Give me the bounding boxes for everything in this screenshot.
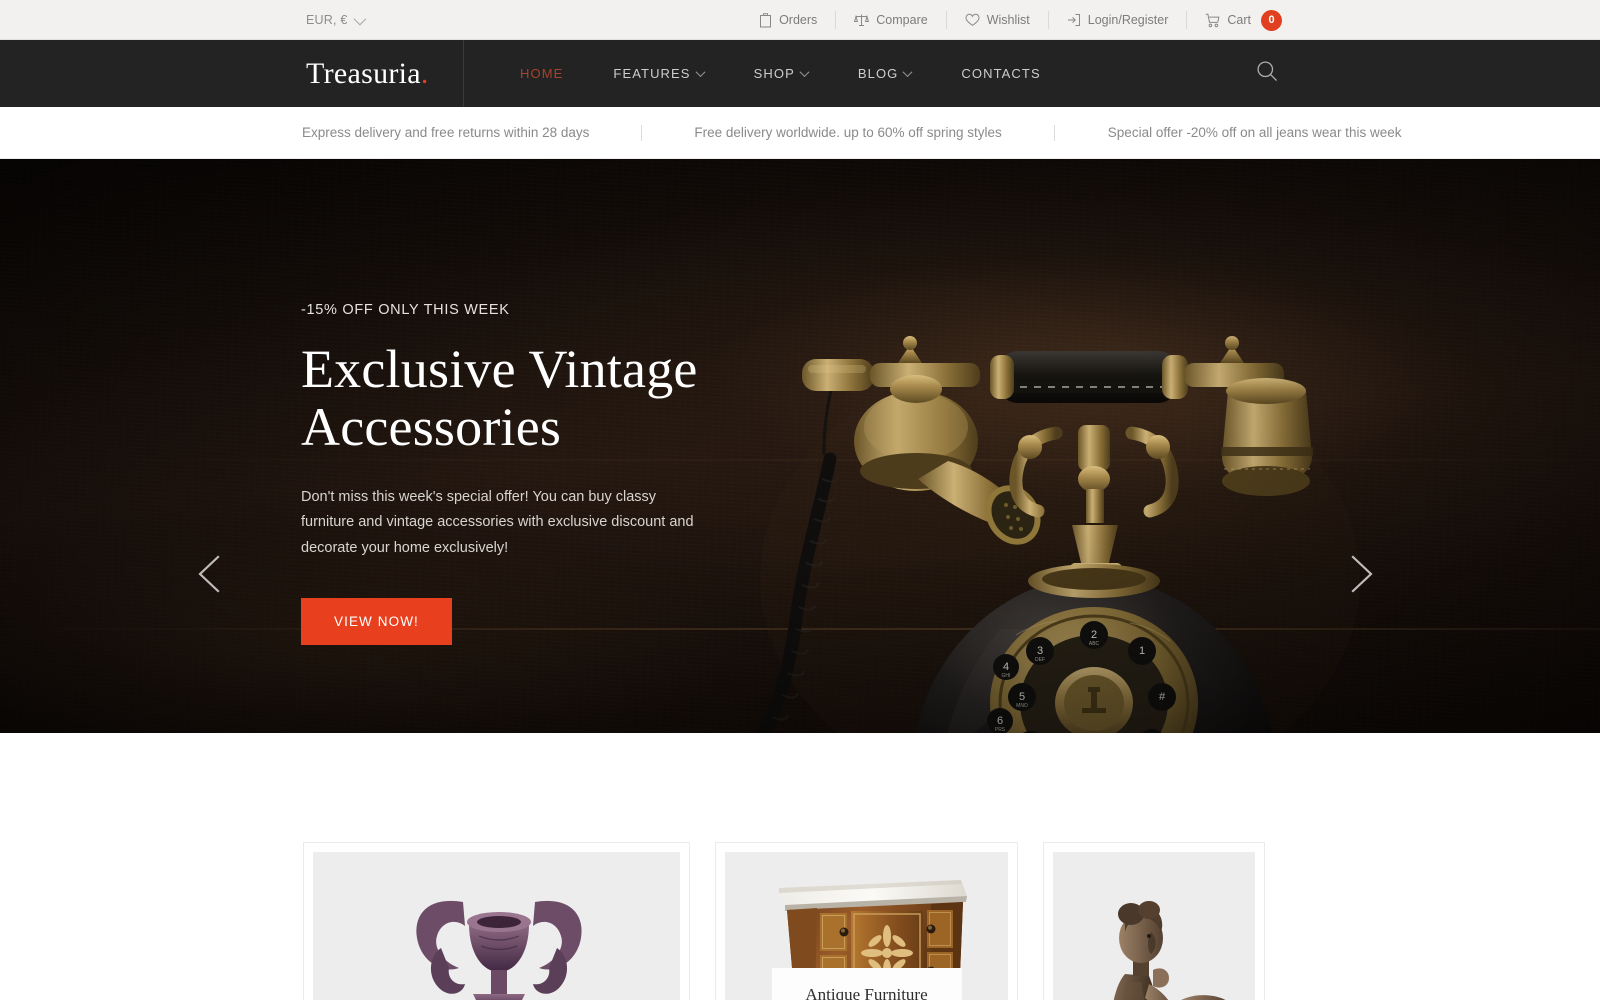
antique-clock-image <box>313 852 680 1000</box>
nav-item-blog-label: BLOG <box>857 66 899 81</box>
hero-content: -15% OFF ONLY THIS WEEK Exclusive Vintag… <box>301 302 731 646</box>
login-register-link[interactable]: Login/Register <box>1047 11 1187 29</box>
antique-clock-card[interactable] <box>303 842 690 1000</box>
nav-item-home-label: HOME <box>520 66 564 81</box>
login-register-label: Login/Register <box>1087 13 1169 27</box>
chevron-down-icon <box>799 67 810 78</box>
nav-item-blog[interactable]: BLOG <box>833 66 937 81</box>
nav-menu: HOME FEATURES SHOP BLOG CONTACTS <box>495 66 1066 81</box>
category-middle-column: Antique Furniture <box>715 842 1018 1000</box>
nav-item-home[interactable]: HOME <box>495 66 588 81</box>
account-links: Orders Compare Wishlist Login/Register C… <box>741 0 1300 40</box>
hero-title: Exclusive Vintage Accessories <box>301 340 731 457</box>
nav-item-features-label: FEATURES <box>613 66 691 81</box>
compare-scales-icon <box>854 13 870 27</box>
nav-divider <box>463 40 464 107</box>
announcement-item: Free delivery worldwide. up to 60% off s… <box>694 125 1002 140</box>
heart-icon <box>965 13 980 27</box>
compare-label: Compare <box>876 13 928 27</box>
orders-label: Orders <box>779 13 818 27</box>
nav-item-features[interactable]: FEATURES <box>588 66 728 81</box>
logo-dot: . <box>420 56 429 90</box>
clipboard-icon <box>759 12 772 28</box>
chevron-down-icon <box>695 67 706 78</box>
cart-count-badge: 0 <box>1261 9 1282 31</box>
wishlist-link[interactable]: Wishlist <box>945 11 1048 29</box>
nav-item-contacts-label: CONTACTS <box>961 66 1041 81</box>
hero-slider: 2 1 # * 0 9 8 5 3 ABC OPER WXY TUV MNO D… <box>0 159 1600 733</box>
cart-link[interactable]: Cart 0 <box>1186 9 1300 31</box>
announcement-item: Special offer -20% off on all jeans wear… <box>1107 125 1402 140</box>
login-arrow-icon <box>1067 13 1081 27</box>
hero-vignette <box>0 159 1600 733</box>
cart-label: Cart <box>1227 13 1251 27</box>
chevron-right-icon[interactable] <box>1337 551 1383 597</box>
search-icon[interactable] <box>1256 60 1278 87</box>
nav-item-shop-label: SHOP <box>753 66 795 81</box>
chevron-down-icon <box>353 12 366 25</box>
orders-link[interactable]: Orders <box>741 11 835 29</box>
storefront-page: EUR, € Orders Compare Wishlist Login/Reg… <box>0 0 1600 1000</box>
antique-statue-card[interactable] <box>1043 842 1265 1000</box>
currency-label: EUR, € <box>306 13 348 27</box>
chevron-left-icon[interactable] <box>188 551 234 597</box>
antique-furniture-card[interactable]: Antique Furniture <box>715 842 1018 1000</box>
currency-selector[interactable]: EUR, € <box>306 0 366 40</box>
hero-description: Don't miss this week's special offer! Yo… <box>301 488 694 557</box>
nav-item-shop[interactable]: SHOP <box>729 66 833 81</box>
hero-title-line-2: Accessories <box>301 397 562 458</box>
chevron-down-icon <box>902 67 913 78</box>
antique-furniture-label: Antique Furniture <box>771 968 962 1000</box>
logo-text: Treasuria <box>306 56 421 90</box>
category-grid: Antique Furniture <box>0 733 1600 1000</box>
view-now-button[interactable]: VIEW NOW! <box>301 598 452 646</box>
announcement-bar: Express delivery and free returns within… <box>0 107 1600 159</box>
main-navigation: Treasuria. HOME FEATURES SHOP BLOG CONTA… <box>0 40 1600 107</box>
nav-item-contacts[interactable]: CONTACTS <box>936 66 1065 81</box>
compare-link[interactable]: Compare <box>835 11 945 29</box>
cart-icon <box>1205 13 1220 28</box>
antique-furniture-image: Antique Furniture <box>725 852 1008 1000</box>
utility-topbar: EUR, € Orders Compare Wishlist Login/Reg… <box>0 0 1600 40</box>
site-logo[interactable]: Treasuria. <box>306 56 429 90</box>
announcement-item: Express delivery and free returns within… <box>302 125 590 140</box>
wishlist-label: Wishlist <box>986 13 1030 27</box>
hero-title-line-1: Exclusive Vintage <box>301 339 698 399</box>
hero-kicker: -15% OFF ONLY THIS WEEK <box>301 302 510 318</box>
antique-statue-image <box>1053 852 1255 1000</box>
